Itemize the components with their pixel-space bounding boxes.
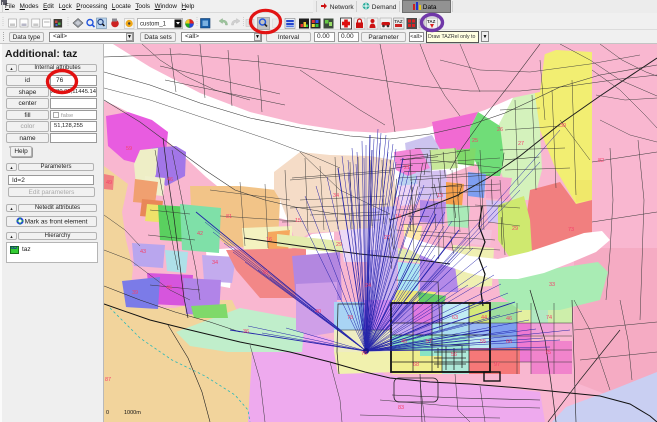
svg-text:44: 44: [481, 315, 487, 321]
svg-text:40: 40: [315, 309, 321, 315]
svg-text:25: 25: [472, 138, 478, 144]
svg-text:27: 27: [384, 235, 390, 241]
svg-text:0: 0: [106, 410, 109, 416]
svg-text:13: 13: [437, 193, 443, 199]
svg-text:57: 57: [426, 339, 432, 345]
svg-text:46: 46: [506, 316, 512, 322]
svg-text:38: 38: [262, 270, 268, 276]
svg-text:66: 66: [506, 339, 512, 345]
svg-text:83: 83: [398, 405, 404, 411]
svg-text:16: 16: [266, 237, 272, 243]
svg-text:custom_1: custom_1: [140, 22, 167, 28]
svg-text:29: 29: [336, 242, 342, 248]
svg-text:43: 43: [140, 249, 146, 255]
svg-text:74: 74: [546, 315, 552, 321]
svg-text:46: 46: [166, 285, 172, 291]
svg-text:78: 78: [347, 315, 353, 321]
svg-text:14: 14: [395, 214, 401, 220]
svg-text:76: 76: [361, 351, 367, 357]
svg-text:46: 46: [167, 177, 173, 183]
svg-text:29: 29: [512, 226, 518, 232]
svg-text:26: 26: [497, 127, 503, 133]
svg-text:33: 33: [549, 282, 555, 288]
svg-text:73: 73: [568, 227, 574, 233]
svg-text:TAZ: TAZ: [427, 19, 436, 24]
svg-text:34: 34: [212, 260, 218, 266]
svg-text:24: 24: [365, 283, 371, 289]
svg-text:59: 59: [126, 146, 132, 152]
svg-text:34: 34: [333, 193, 339, 199]
svg-text:15: 15: [295, 218, 301, 224]
svg-text:82: 82: [598, 158, 604, 164]
svg-text:63: 63: [452, 315, 458, 321]
svg-text:42: 42: [197, 231, 203, 237]
svg-text:81: 81: [226, 214, 232, 220]
svg-text:56: 56: [451, 352, 457, 358]
svg-text:39: 39: [132, 290, 138, 296]
svg-text:21: 21: [404, 165, 410, 171]
svg-text:TAZ: TAZ: [394, 19, 403, 24]
svg-text:87: 87: [105, 377, 111, 383]
svg-text:1000m: 1000m: [124, 410, 141, 416]
svg-text:27: 27: [518, 141, 524, 147]
svg-text:97: 97: [494, 362, 500, 368]
svg-text:36: 36: [243, 329, 249, 335]
svg-text:45: 45: [401, 339, 407, 345]
svg-text:55: 55: [480, 339, 486, 345]
svg-text:75: 75: [545, 350, 551, 356]
svg-text:49: 49: [106, 180, 112, 186]
svg-text:30: 30: [560, 123, 566, 129]
svg-text:68: 68: [413, 362, 419, 368]
